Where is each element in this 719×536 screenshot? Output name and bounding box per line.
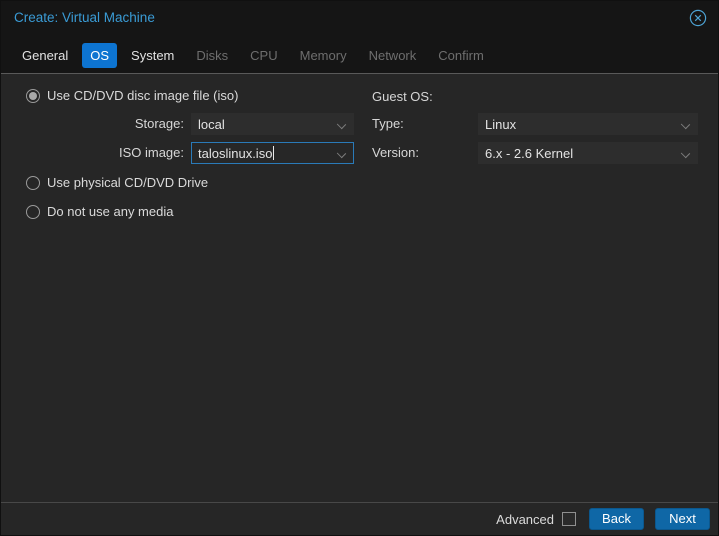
storage-label: Storage:: [134, 116, 184, 131]
chevron-down-icon: [336, 148, 347, 159]
radio-icon: [26, 204, 40, 219]
tab-memory: Memory: [299, 47, 347, 63]
radio-option-label: Do not use any media: [47, 204, 174, 219]
back-button[interactable]: Back: [589, 508, 644, 530]
chevron-down-icon: [680, 148, 691, 159]
dialog-footer: Advanced Back Next: [1, 502, 718, 535]
iso-image-label: ISO image:: [118, 145, 184, 160]
type-label: Type:: [372, 116, 404, 131]
guest-os-heading: Guest OS:: [372, 89, 433, 104]
tab-cpu: CPU: [250, 47, 278, 63]
os-version-select[interactable]: 6.x - 2.6 Kernel: [478, 142, 698, 164]
dialog-header: Create: Virtual Machine General OS Syste…: [1, 1, 718, 74]
iso-image-value: taloslinux.iso: [198, 145, 273, 161]
tab-confirm: Confirm: [438, 47, 484, 63]
iso-image-combo[interactable]: taloslinux.iso: [191, 142, 354, 164]
radio-selected-icon: [26, 88, 40, 103]
radio-option-no-media[interactable]: Do not use any media: [26, 204, 173, 219]
dialog-body: Use CD/DVD disc image file (iso) Storage…: [1, 75, 718, 502]
chevron-down-icon: [336, 119, 347, 130]
radio-option-cd-image[interactable]: Use CD/DVD disc image file (iso): [26, 88, 238, 103]
advanced-checkbox[interactable]: [562, 512, 576, 526]
radio-option-label: Use CD/DVD disc image file (iso): [47, 88, 239, 103]
os-version-value: 6.x - 2.6 Kernel: [485, 145, 574, 161]
version-label: Version:: [372, 145, 419, 160]
text-cursor: [273, 146, 275, 160]
tab-system[interactable]: System: [123, 43, 182, 68]
tab-network: Network: [368, 47, 417, 63]
close-icon[interactable]: [689, 9, 707, 27]
storage-value: local: [198, 116, 225, 132]
os-type-select[interactable]: Linux: [478, 113, 698, 135]
next-button[interactable]: Next: [655, 508, 710, 530]
storage-select[interactable]: local: [191, 113, 354, 135]
radio-option-physical-drive[interactable]: Use physical CD/DVD Drive: [26, 175, 208, 190]
tab-general[interactable]: General: [14, 43, 76, 68]
radio-option-label: Use physical CD/DVD Drive: [47, 175, 209, 190]
tab-os[interactable]: OS: [82, 42, 118, 68]
os-type-value: Linux: [485, 116, 517, 132]
create-vm-dialog: Create: Virtual Machine General OS Syste…: [0, 0, 719, 536]
tab-disks: Disks: [196, 47, 229, 63]
tab-bar: General OS System Disks CPU Memory Netwo…: [14, 41, 718, 69]
chevron-down-icon: [680, 119, 691, 130]
radio-icon: [26, 175, 40, 190]
advanced-label: Advanced: [496, 511, 554, 527]
dialog-title: Create: Virtual Machine: [14, 10, 155, 25]
